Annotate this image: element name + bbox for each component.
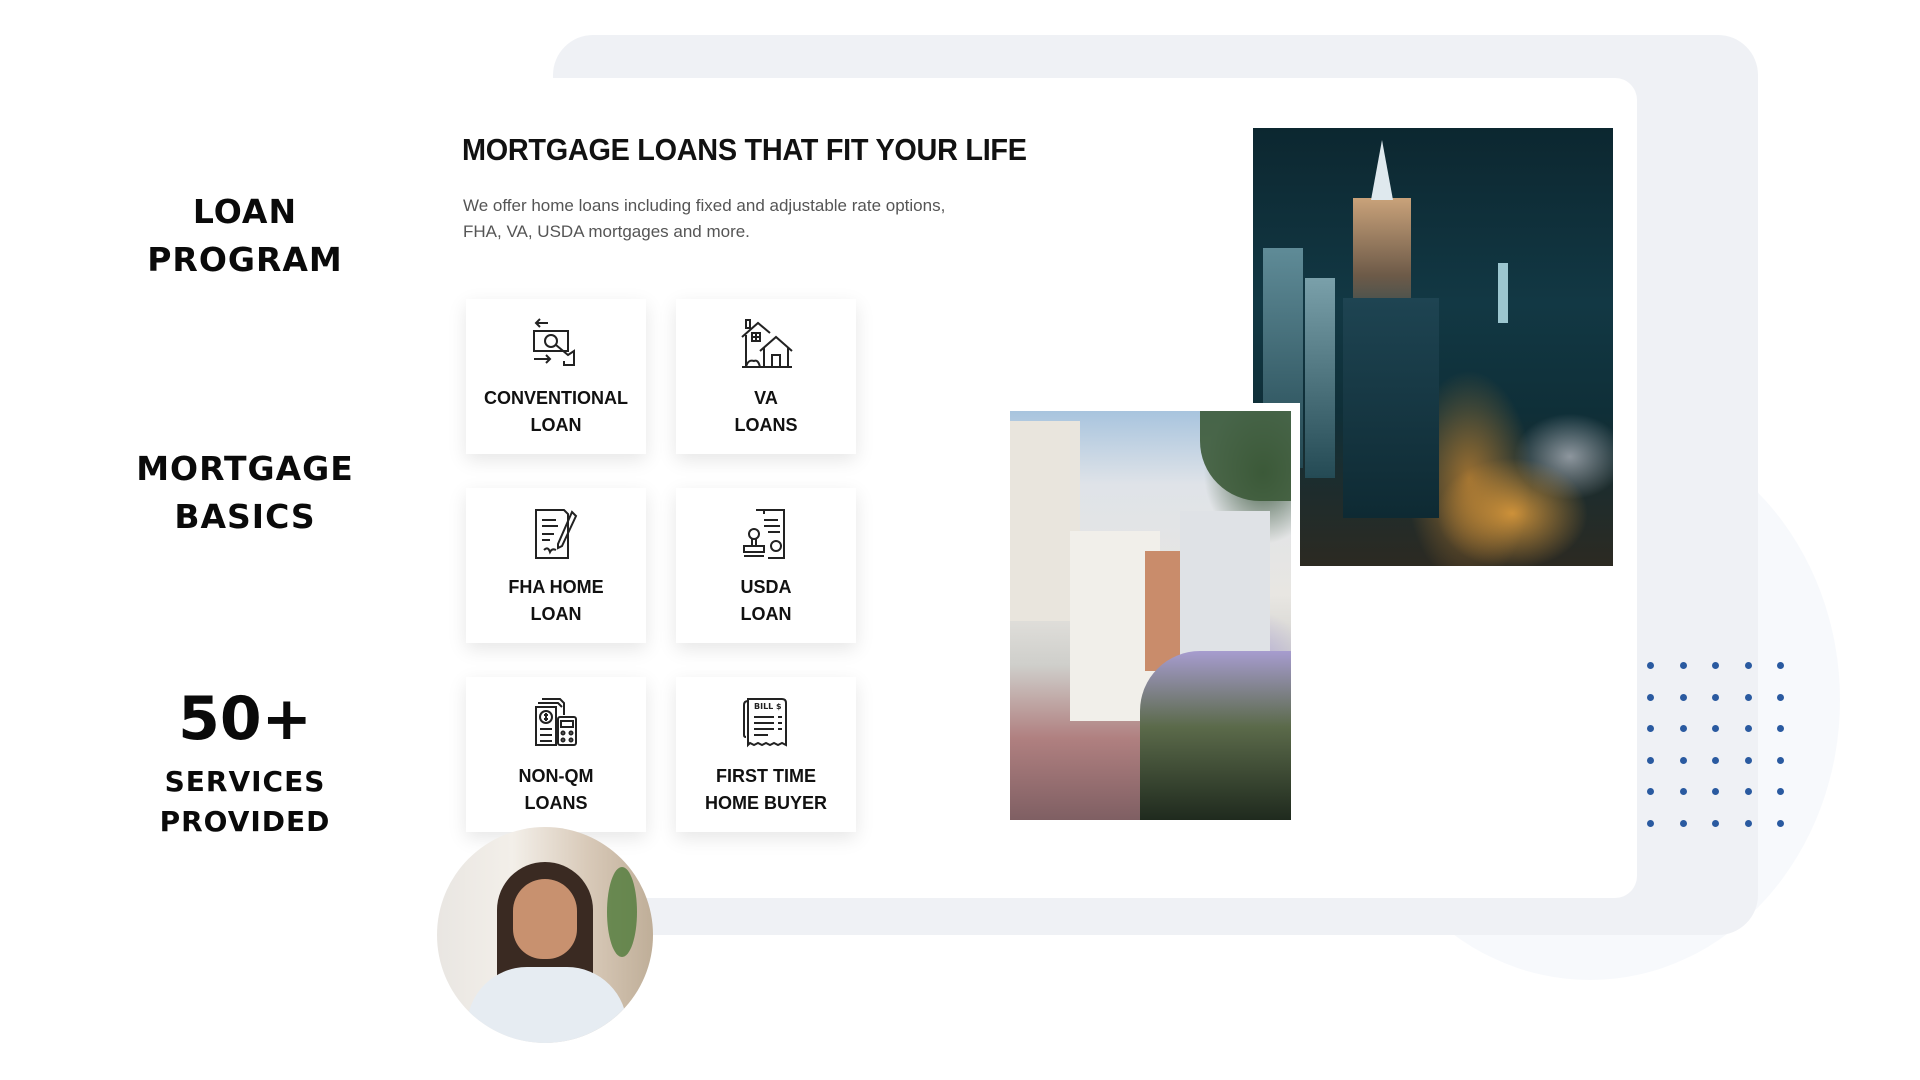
decorative-dot: [1777, 662, 1784, 669]
decorative-dot-grid: [1647, 662, 1797, 842]
label-line: MORTGAGE: [136, 449, 354, 488]
label-line: NON-QM: [518, 766, 594, 786]
tower-shape: [1343, 298, 1439, 518]
decorative-dot: [1712, 756, 1719, 764]
decorative-dot: [1679, 756, 1687, 764]
contract-pen-icon: [535, 509, 578, 559]
label-line: FIRST TIME: [716, 766, 816, 786]
shirt-shape: [467, 967, 627, 1043]
decorative-dot: [1777, 788, 1784, 795]
page-title: MORTGAGE LOANS THAT FIT YOUR LIFE: [462, 132, 1027, 167]
decorative-dot: [1777, 756, 1784, 764]
label-line: LOANS: [734, 415, 798, 435]
label-line: CONVENTIONAL: [484, 388, 628, 408]
loan-card-label: VA LOANS: [676, 385, 856, 439]
decorative-dot: [1744, 788, 1752, 795]
decorative-dot: [1679, 725, 1687, 732]
tower-shape: [1305, 278, 1335, 478]
decorative-dot: [1679, 788, 1687, 795]
decorative-dot: [1647, 662, 1654, 669]
label-line: PROVIDED: [159, 805, 331, 838]
loan-card-label: FHA HOME LOAN: [466, 574, 646, 628]
loan-card-conventional[interactable]: CONVENTIONAL LOAN: [466, 299, 646, 454]
hydrangea-bush-shape: [1140, 651, 1291, 820]
decorative-dot: [1647, 693, 1654, 701]
spire-shape: [1371, 140, 1393, 200]
face-shape: [513, 879, 577, 959]
loan-card-non-qm[interactable]: NON-QM LOANS: [466, 677, 646, 832]
tree-shape: [1200, 411, 1291, 501]
loan-card-label: FIRST TIME HOME BUYER: [676, 763, 856, 817]
houses-icon: [741, 319, 793, 368]
bill-text: BILL $: [754, 702, 782, 711]
decorative-dot: [1777, 819, 1784, 827]
loan-program-label: LOAN PROGRAM: [100, 188, 390, 284]
money-exchange-icon: [533, 318, 575, 366]
loan-card-va[interactable]: VA LOANS: [676, 299, 856, 454]
decorative-dot: [1679, 819, 1687, 827]
decorative-dot: [1679, 693, 1687, 701]
decorative-dot: [1647, 788, 1654, 795]
street-houses-photo: [1010, 411, 1291, 820]
loan-card-fha[interactable]: FHA HOME LOAN: [466, 488, 646, 643]
decorative-dot: [1777, 725, 1784, 732]
calculator-document-icon: [535, 698, 577, 746]
decorative-dot: [1777, 693, 1784, 701]
label-line: LOAN: [192, 192, 298, 231]
services-provided-label: SERVICES PROVIDED: [100, 762, 390, 842]
loan-card-label: USDA LOAN: [676, 574, 856, 628]
loan-card-usda[interactable]: USDA LOAN: [676, 488, 856, 643]
decorative-dot: [1744, 725, 1752, 732]
bill-receipt-icon: BILL $: [743, 698, 787, 748]
services-count: 50+: [178, 684, 312, 754]
label-line: LOAN: [530, 415, 582, 435]
loan-card-label: CONVENTIONAL LOAN: [466, 385, 646, 439]
label-line: PROGRAM: [147, 240, 343, 279]
decorative-dot: [1712, 788, 1719, 795]
label-line: HOME BUYER: [704, 793, 827, 813]
loan-card-label: NON-QM LOANS: [466, 763, 646, 817]
decorative-dot: [1647, 725, 1654, 732]
label-line: SERVICES: [164, 765, 326, 798]
mortgage-basics-label: MORTGAGE BASICS: [100, 445, 390, 541]
decorative-dot: [1647, 819, 1654, 827]
tower-shape: [1498, 263, 1508, 323]
label-line: FHA HOME: [508, 577, 604, 597]
label-line: LOAN: [530, 604, 582, 624]
decorative-dot: [1647, 756, 1654, 764]
page-subtitle: We offer home loans including fixed and …: [463, 196, 946, 241]
decorative-dot: [1712, 662, 1719, 669]
decorative-dot: [1712, 725, 1719, 732]
decorative-dot: [1712, 819, 1719, 827]
label-line: VA: [754, 388, 778, 408]
decorative-dot: [1679, 662, 1687, 669]
label-line: USDA: [740, 577, 792, 597]
decorative-dot: [1744, 693, 1752, 701]
loan-card-first-time-buyer[interactable]: BILL $ FIRST TIME HOME BUYER: [676, 677, 856, 832]
label-line: BASICS: [174, 497, 316, 536]
city-skyline-photo: [1253, 128, 1613, 566]
decorative-dot: [1744, 756, 1752, 764]
plant-shape: [607, 867, 637, 957]
decorative-dot: [1744, 662, 1752, 669]
label-line: LOAN: [740, 604, 792, 624]
stamp-document-icon: [743, 509, 785, 559]
decorative-dot: [1744, 819, 1752, 827]
decorative-dot: [1712, 693, 1719, 701]
agent-avatar: [437, 827, 653, 1043]
label-line: LOANS: [524, 793, 588, 813]
